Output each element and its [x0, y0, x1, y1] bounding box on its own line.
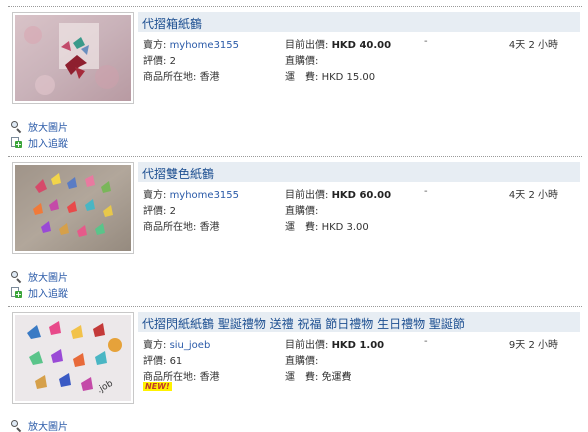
buy-now-row: 直購價: [285, 52, 318, 67]
location-value: 香港 [199, 222, 220, 233]
shipping-row: 運 費: 免運費 [285, 368, 352, 383]
seller-link[interactable]: myhome3155 [170, 40, 239, 51]
shipping-value: HKD 15.00 [321, 72, 376, 83]
paper-crane-photo [15, 15, 131, 101]
listing-title-link[interactable]: 代摺雙色紙鶴 [142, 165, 214, 182]
shipping-label: 運 費: [285, 222, 319, 233]
current-bid-value: HKD 60.00 [331, 190, 392, 201]
zoom-image-link[interactable]: 放大圖片 [10, 269, 68, 284]
paper-crane-photo: .job [15, 315, 131, 401]
add-to-watchlist-icon: + [10, 136, 22, 149]
buy-now-row: 直購價: [285, 202, 318, 217]
seller-row: 賣方: myhome3155 [143, 36, 239, 51]
add-to-watchlist-link[interactable]: + 加入追蹤 [10, 135, 68, 150]
seller-link[interactable]: siu_joeb [170, 340, 211, 351]
add-to-watchlist-link[interactable]: + 加入追蹤 [10, 285, 68, 300]
rating-row: 評價: 61 [143, 352, 182, 367]
shipping-row: 運 費: HKD 15.00 [285, 68, 375, 83]
location-value: 香港 [199, 72, 220, 83]
seller-label: 賣方: [143, 340, 167, 351]
zoom-image-label[interactable]: 放大圖片 [28, 418, 68, 432]
seller-row: 賣方: siu_joeb [143, 336, 210, 351]
buy-now-label: 直購價: [285, 56, 319, 67]
listing-1-title-bar: 代摺箱紙鶴 [138, 12, 580, 32]
listing-title-link[interactable]: 代摺箱紙鶴 [142, 15, 202, 32]
shipping-label: 運 費: [285, 372, 319, 383]
buy-now-label: 直購價: [285, 206, 319, 217]
new-badge: NEW! [143, 382, 172, 391]
listing-3-thumbnail[interactable]: .job [12, 312, 134, 404]
paper-crane-photo [15, 165, 131, 251]
rating-label: 評價: [143, 356, 167, 367]
rating-value: 2 [169, 206, 176, 217]
seller-link[interactable]: myhome3155 [170, 190, 239, 201]
buy-now-label: 直購價: [285, 356, 319, 367]
current-bid-row: 目前出價: HKD 1.00 [285, 336, 384, 351]
zoom-image-link[interactable]: 放大圖片 [10, 418, 68, 432]
time-left: 9天 2 小時 [508, 340, 558, 351]
rating-value: 2 [169, 56, 176, 67]
add-to-watchlist-label[interactable]: 加入追蹤 [28, 285, 68, 300]
shipping-row: 運 費: HKD 3.00 [285, 218, 369, 233]
location-row: 商品所在地: 香港 [143, 68, 220, 83]
bid-count: - [424, 186, 428, 197]
zoom-image-label[interactable]: 放大圖片 [28, 269, 68, 284]
buy-now-row: 直購價: [285, 352, 318, 367]
bid-count: - [424, 336, 428, 347]
listing-title-link[interactable]: 代摺閃紙紙鶴 聖誕禮物 送禮 祝福 節日禮物 生日禮物 聖誕節 [142, 315, 465, 332]
bid-count: - [424, 36, 428, 47]
seller-row: 賣方: myhome3155 [143, 186, 239, 201]
location-row: 商品所在地: 香港 [143, 218, 220, 233]
add-to-watchlist-icon: + [10, 286, 22, 299]
current-bid-label: 目前出價: [285, 190, 329, 201]
current-bid-row: 目前出價: HKD 60.00 [285, 186, 391, 201]
rating-row: 評價: 2 [143, 52, 176, 67]
zoom-image-label[interactable]: 放大圖片 [28, 119, 68, 134]
rating-label: 評價: [143, 206, 167, 217]
location-label: 商品所在地: [143, 222, 197, 233]
time-left: 4天 2 小時 [508, 190, 558, 201]
shipping-value: 免運費 [321, 372, 352, 383]
listing-separator [8, 306, 582, 307]
current-bid-value: HKD 1.00 [331, 340, 385, 351]
magnifier-icon [10, 419, 22, 432]
shipping-value: HKD 3.00 [321, 222, 369, 233]
location-label: 商品所在地: [143, 72, 197, 83]
current-bid-label: 目前出價: [285, 40, 329, 51]
location-row: 商品所在地: 香港 [143, 368, 220, 383]
listing-3-title-bar: 代摺閃紙紙鶴 聖誕禮物 送禮 祝福 節日禮物 生日禮物 聖誕節 [138, 312, 580, 332]
listing-separator [8, 6, 582, 7]
rating-label: 評價: [143, 56, 167, 67]
zoom-image-link[interactable]: 放大圖片 [10, 119, 68, 134]
listing-1-thumbnail[interactable] [12, 12, 134, 104]
seller-label: 賣方: [143, 190, 167, 201]
add-to-watchlist-label[interactable]: 加入追蹤 [28, 135, 68, 150]
magnifier-icon [10, 120, 22, 133]
listing-2-thumbnail[interactable] [12, 162, 134, 254]
rating-value: 61 [169, 356, 183, 367]
shipping-label: 運 費: [285, 72, 319, 83]
location-value: 香港 [199, 372, 220, 383]
listing-separator [8, 156, 582, 157]
time-left: 4天 2 小時 [508, 40, 558, 51]
magnifier-icon [10, 270, 22, 283]
current-bid-row: 目前出價: HKD 40.00 [285, 36, 391, 51]
current-bid-value: HKD 40.00 [331, 40, 392, 51]
seller-label: 賣方: [143, 40, 167, 51]
rating-row: 評價: 2 [143, 202, 176, 217]
listing-2-title-bar: 代摺雙色紙鶴 [138, 162, 580, 182]
current-bid-label: 目前出價: [285, 340, 329, 351]
